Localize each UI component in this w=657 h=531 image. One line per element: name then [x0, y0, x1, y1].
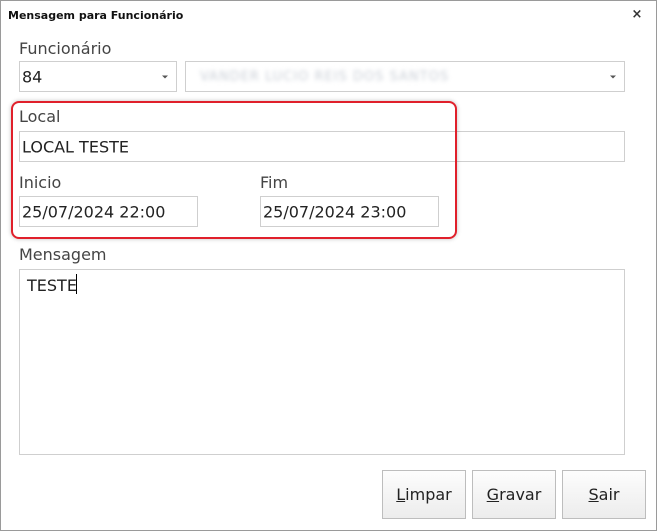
gravar-label: ravar — [499, 485, 542, 504]
local-value: LOCAL TESTE — [22, 137, 129, 156]
gravar-mnemonic: G — [486, 485, 500, 504]
text-caret — [76, 274, 77, 294]
limpar-label: impar — [405, 485, 452, 504]
mensagem-value: TESTE — [27, 276, 77, 295]
window-title: Mensagem para Funcionário — [8, 9, 184, 22]
funcionario-name-value: VANDER LUCIO REIS DOS SANTOS — [200, 69, 450, 84]
local-label: Local — [19, 107, 61, 126]
fim-datetime-input[interactable]: 25/07/2024 23:00 — [260, 196, 439, 227]
funcionario-label: Funcionário — [19, 39, 112, 58]
chevron-down-icon[interactable] — [610, 75, 616, 78]
funcionario-code-value: 84 — [22, 67, 43, 86]
sair-mnemonic: S — [588, 485, 599, 504]
chevron-down-icon[interactable] — [162, 75, 168, 78]
funcionario-code-select[interactable]: 84 — [19, 61, 177, 92]
inicio-label: Inicio — [19, 173, 62, 192]
fim-label: Fim — [260, 173, 289, 192]
limpar-button[interactable]: Limpar — [382, 470, 466, 519]
sair-button[interactable]: Sair — [562, 470, 646, 519]
inicio-value: 25/07/2024 22:00 — [22, 202, 166, 221]
mensagem-label: Mensagem — [19, 245, 107, 264]
fim-value: 25/07/2024 23:00 — [263, 202, 407, 221]
close-icon[interactable]: × — [629, 6, 645, 24]
sair-label: air — [598, 485, 620, 504]
inicio-datetime-input[interactable]: 25/07/2024 22:00 — [19, 196, 198, 227]
funcionario-name-select[interactable]: VANDER LUCIO REIS DOS SANTOS — [185, 61, 625, 92]
limpar-mnemonic: L — [396, 485, 406, 504]
local-input[interactable]: LOCAL TESTE — [19, 131, 625, 162]
title-bar[interactable]: Mensagem para Funcionário × — [1, 1, 656, 31]
gravar-button[interactable]: Gravar — [472, 470, 556, 519]
mensagem-textarea[interactable]: TESTE — [19, 269, 625, 455]
dialog-window: Mensagem para Funcionário × Funcionário … — [0, 0, 657, 531]
